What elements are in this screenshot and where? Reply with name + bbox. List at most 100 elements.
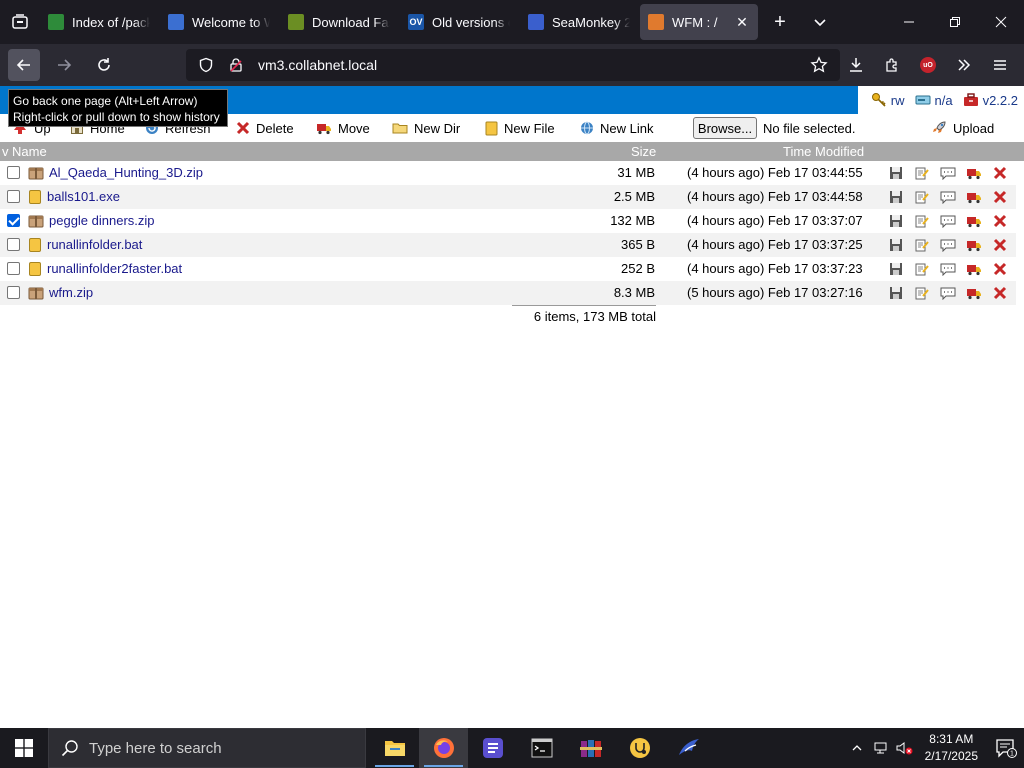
volume-tray-button[interactable]: [893, 741, 917, 755]
taskbar-winrar[interactable]: [566, 728, 615, 768]
comment-icon[interactable]: [940, 261, 956, 277]
edit-icon[interactable]: [914, 285, 930, 301]
taskbar-clock[interactable]: 8:31 AM 2/17/2025: [925, 731, 978, 765]
comment-icon[interactable]: [940, 237, 956, 253]
minimize-button[interactable]: [886, 0, 932, 44]
truck-icon[interactable]: [966, 261, 982, 277]
taskbar-file-explorer[interactable]: [370, 728, 419, 768]
comment-icon[interactable]: [940, 189, 956, 205]
ublock-button[interactable]: uO: [910, 49, 946, 81]
taskbar-app-purple[interactable]: [468, 728, 517, 768]
truck-icon[interactable]: [966, 165, 982, 181]
file-name-link[interactable]: runallinfolder.bat: [47, 237, 142, 252]
downloads-button[interactable]: [838, 49, 874, 81]
save-icon[interactable]: [888, 285, 904, 301]
delete-x-icon[interactable]: [992, 213, 1008, 229]
tracking-protection-icon[interactable]: [194, 57, 218, 73]
firefox-view-button[interactable]: [0, 0, 40, 44]
taskbar-search-box[interactable]: Type here to search: [48, 728, 366, 768]
close-tab-icon[interactable]: ✕: [734, 14, 750, 31]
comment-icon[interactable]: [940, 285, 956, 301]
file-name-link[interactable]: runallinfolder2faster.bat: [47, 261, 182, 276]
save-icon[interactable]: [888, 213, 904, 229]
restore-button[interactable]: [932, 0, 978, 44]
browser-tab[interactable]: OV Old versions o: [400, 4, 518, 40]
file-name-link[interactable]: peggle dinners.zip: [49, 213, 155, 228]
close-window-button[interactable]: [978, 0, 1024, 44]
app-menu-button[interactable]: [982, 49, 1018, 81]
file-name-link[interactable]: balls101.exe: [47, 189, 120, 204]
file-checkbox[interactable]: [7, 214, 20, 227]
edit-icon[interactable]: [914, 237, 930, 253]
save-icon[interactable]: [888, 237, 904, 253]
delete-x-icon[interactable]: [992, 189, 1008, 205]
move-button[interactable]: Move: [316, 114, 370, 142]
ublock-icon: uO: [920, 57, 936, 73]
network-tray-button[interactable]: [869, 741, 893, 755]
list-all-tabs-button[interactable]: [800, 4, 840, 40]
edit-icon[interactable]: [914, 261, 930, 277]
new-tab-button[interactable]: +: [760, 4, 800, 40]
truck-icon[interactable]: [966, 213, 982, 229]
disk-indicator[interactable]: n/a: [915, 93, 953, 108]
delete-x-icon[interactable]: [992, 285, 1008, 301]
browse-button[interactable]: Browse...: [693, 117, 757, 139]
address-bar[interactable]: vm3.collabnet.local: [186, 49, 840, 81]
chevron-up-icon: [852, 745, 862, 751]
delete-button[interactable]: Delete: [236, 114, 294, 142]
forward-button[interactable]: [48, 49, 80, 81]
delete-x-icon[interactable]: [992, 165, 1008, 181]
comment-icon[interactable]: [940, 213, 956, 229]
extensions-button[interactable]: [874, 49, 910, 81]
browser-tab[interactable]: Download Fas: [280, 4, 398, 40]
start-button[interactable]: [0, 728, 48, 768]
modified-column-header[interactable]: Time Modified: [783, 144, 864, 159]
browser-tab[interactable]: Index of /pack: [40, 4, 158, 40]
permissions-indicator[interactable]: rw: [871, 92, 905, 108]
taskbar-seamonkey[interactable]: [664, 728, 713, 768]
file-checkbox[interactable]: [7, 166, 20, 179]
overflow-menu-button[interactable]: [946, 49, 982, 81]
url-text: vm3.collabnet.local: [258, 57, 378, 73]
new-file-button[interactable]: New File: [485, 114, 555, 142]
file-checkbox[interactable]: [7, 238, 20, 251]
file-name-link[interactable]: Al_Qaeda_Hunting_3D.zip: [49, 165, 203, 180]
new-dir-button[interactable]: New Dir: [392, 114, 460, 142]
taskbar-app-yellow[interactable]: [615, 728, 664, 768]
bookmark-star-icon[interactable]: [810, 56, 828, 77]
show-hidden-icons-button[interactable]: [845, 742, 869, 754]
truck-icon[interactable]: [966, 237, 982, 253]
taskbar-firefox[interactable]: [419, 728, 468, 768]
sort-indicator[interactable]: v: [2, 144, 9, 159]
delete-x-icon[interactable]: [992, 237, 1008, 253]
edit-icon[interactable]: [914, 213, 930, 229]
new-link-button[interactable]: New Link: [580, 114, 653, 142]
delete-x-icon[interactable]: [992, 261, 1008, 277]
taskbar-terminal[interactable]: [517, 728, 566, 768]
site-info-icon[interactable]: [224, 57, 248, 73]
reload-button[interactable]: [88, 49, 120, 81]
name-column-header[interactable]: Name: [12, 144, 47, 159]
file-checkbox[interactable]: [7, 190, 20, 203]
browser-tab[interactable]: WFM : / ✕: [640, 4, 758, 40]
edit-icon[interactable]: [914, 189, 930, 205]
file-name-link[interactable]: wfm.zip: [49, 285, 93, 300]
back-button[interactable]: [8, 49, 40, 81]
comment-icon[interactable]: [940, 165, 956, 181]
version-indicator[interactable]: v2.2.2: [963, 93, 1018, 108]
save-icon[interactable]: [888, 261, 904, 277]
save-icon[interactable]: [888, 189, 904, 205]
truck-icon[interactable]: [966, 189, 982, 205]
notification-center-button[interactable]: 1: [988, 728, 1024, 768]
edit-icon[interactable]: [914, 165, 930, 181]
browser-tab[interactable]: Welcome to W: [160, 4, 278, 40]
save-icon[interactable]: [888, 165, 904, 181]
size-column-header[interactable]: Size: [631, 144, 656, 159]
browser-tab[interactable]: SeaMonkey 2.: [520, 4, 638, 40]
truck-icon[interactable]: [966, 285, 982, 301]
upload-button[interactable]: Upload: [931, 114, 994, 142]
move-label: Move: [338, 120, 370, 136]
file-checkbox[interactable]: [7, 262, 20, 275]
file-checkbox[interactable]: [7, 286, 20, 299]
tab-title: Welcome to W: [192, 14, 270, 30]
